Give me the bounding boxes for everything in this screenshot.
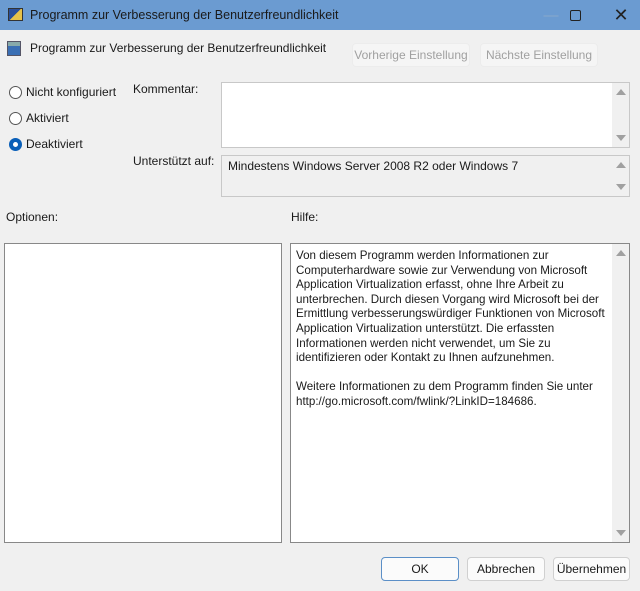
ok-button[interactable]: OK — [381, 557, 459, 581]
close-button[interactable]: ✕ — [598, 0, 640, 30]
policy-title: Programm zur Verbesserung der Benutzerfr… — [30, 41, 327, 55]
help-more-info: Weitere Informationen zu dem Programm fi… — [296, 380, 593, 408]
radio-disabled[interactable]: Deaktiviert — [9, 137, 83, 151]
previous-setting-button[interactable]: Vorherige Einstellung — [352, 43, 470, 67]
help-label: Hilfe: — [291, 210, 319, 224]
radio-not-configured[interactable]: Nicht konfiguriert — [9, 85, 116, 99]
maximize-icon — [569, 9, 581, 21]
window-title: Programm zur Verbesserung der Benutzerfr… — [30, 8, 339, 22]
comment-scrollbar[interactable] — [612, 83, 629, 147]
radio-label: Nicht konfiguriert — [26, 85, 117, 99]
supported-scrollbar[interactable] — [612, 156, 629, 196]
comment-input[interactable] — [221, 82, 630, 148]
help-scrollbar[interactable] — [612, 244, 629, 542]
next-setting-button[interactable]: Nächste Einstellung — [480, 43, 598, 67]
comment-label: Kommentar: — [133, 82, 199, 96]
radio-label: Aktiviert — [26, 111, 69, 125]
supported-label: Unterstützt auf: — [133, 154, 215, 168]
policy-icon — [7, 41, 21, 56]
maximize-button[interactable] — [552, 0, 598, 30]
app-icon — [8, 8, 23, 21]
supported-value: Mindestens Windows Server 2008 R2 oder W… — [228, 159, 519, 173]
title-bar: Programm zur Verbesserung der Benutzerfr… — [0, 0, 640, 30]
supported-on-field: Mindestens Windows Server 2008 R2 oder W… — [221, 155, 630, 197]
options-label: Optionen: — [6, 210, 59, 224]
help-pane: Von diesem Programm werden Informationen… — [290, 243, 630, 543]
options-pane — [4, 243, 282, 543]
apply-button[interactable]: Übernehmen — [553, 557, 630, 581]
help-text: Von diesem Programm werden Informationen… — [296, 249, 605, 365]
radio-label: Deaktiviert — [26, 137, 83, 151]
radio-enabled[interactable]: Aktiviert — [9, 111, 69, 125]
cancel-button[interactable]: Abbrechen — [467, 557, 545, 581]
